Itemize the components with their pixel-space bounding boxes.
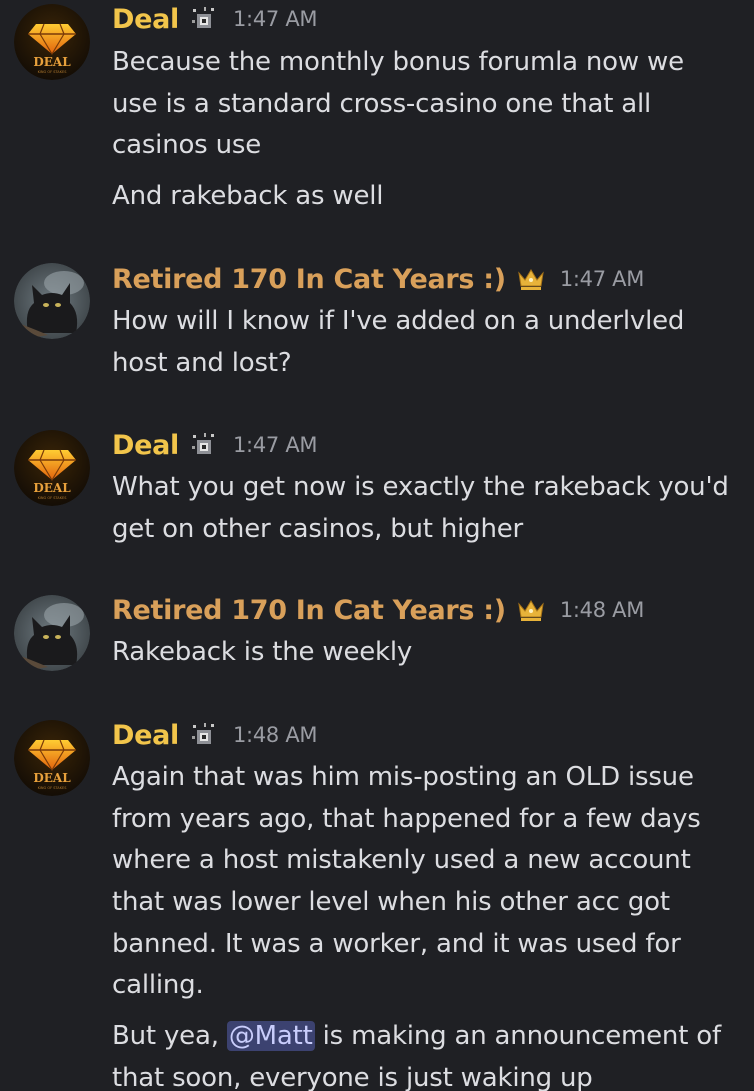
message-group: DEAL KING OF STAKES Deal 1:47 AM Because… — [0, 0, 754, 240]
avatar-logo-text: DEAL — [33, 55, 71, 69]
message-text-line: use is a standard cross-casino one that … — [112, 89, 652, 119]
message-text-line: get on other casinos, but higher — [112, 514, 524, 544]
svg-text:KING OF STAKES: KING OF STAKES — [38, 786, 68, 790]
timestamp[interactable]: 1:47 AM — [233, 433, 318, 457]
message-group: DEAL KING OF STAKES Deal 1:48 AM Again t… — [0, 716, 754, 1091]
message-group: Retired 170 In Cat Years :) 1:48 AM Rake… — [0, 590, 754, 680]
message-text-line: Because the monthly bonus forumla now we — [112, 47, 684, 77]
message-group: DEAL KING OF STAKES Deal 1:47 AM What yo… — [0, 426, 754, 556]
message-text-line: banned. It was a worker, and it was used… — [112, 929, 681, 959]
svg-text:KING OF STAKES: KING OF STAKES — [38, 496, 68, 500]
followup-text-before: But yea, — [112, 1021, 227, 1051]
timestamp[interactable]: 1:48 AM — [560, 598, 645, 622]
role-badge-icon[interactable] — [189, 722, 219, 748]
message-text-line: Again that was him mis-posting an OLD is… — [112, 762, 694, 792]
followup-message-text: But yea, @Matt is making an announcement… — [112, 1016, 721, 1058]
message-text-line: where a host mistakenly used a new accou… — [112, 845, 691, 875]
message-group: Retired 170 In Cat Years :) 1:47 AM How … — [0, 258, 754, 388]
message-header: Retired 170 In Cat Years :) 1:47 AM — [112, 261, 644, 297]
role-badge-icon[interactable] — [189, 6, 219, 32]
followup-message-text: that soon, everyone is just waking up — [112, 1063, 593, 1091]
timestamp[interactable]: 1:47 AM — [233, 7, 318, 31]
svg-text:KING OF STAKES: KING OF STAKES — [38, 70, 68, 74]
role-badge-icon[interactable] — [189, 432, 219, 458]
message-header: Deal 1:48 AM — [112, 717, 318, 753]
username[interactable]: Retired 170 In Cat Years :) — [112, 264, 506, 295]
crown-icon[interactable] — [516, 597, 546, 623]
followup-message-text: And rakeback as well — [112, 181, 384, 211]
svg-text:DEAL: DEAL — [33, 481, 71, 495]
followup-text-after: is making an announcement of — [314, 1021, 721, 1051]
crown-icon[interactable] — [516, 266, 546, 292]
message-text-line: from years ago, that happened for a few … — [112, 804, 701, 834]
message-text-line: host and lost? — [112, 348, 292, 378]
username[interactable]: Deal — [112, 720, 179, 751]
username[interactable]: Deal — [112, 430, 179, 461]
username[interactable]: Retired 170 In Cat Years :) — [112, 595, 506, 626]
user-mention[interactable]: @Matt — [226, 1021, 315, 1051]
message-text-line: Rakeback is the weekly — [112, 637, 413, 667]
message-header: Retired 170 In Cat Years :) 1:48 AM — [112, 592, 644, 628]
deal-avatar[interactable]: DEAL KING OF STAKES — [14, 430, 90, 506]
message-text-line: How will I know if I've added on a under… — [112, 306, 685, 336]
timestamp[interactable]: 1:48 AM — [233, 723, 318, 747]
timestamp[interactable]: 1:47 AM — [560, 267, 645, 291]
username[interactable]: Deal — [112, 4, 179, 35]
message-text-line: What you get now is exactly the rakeback… — [112, 472, 729, 502]
message-text-line: casinos use — [112, 130, 262, 160]
deal-avatar[interactable]: DEAL KING OF STAKES — [14, 720, 90, 796]
message-header: Deal 1:47 AM — [112, 1, 318, 37]
deal-avatar[interactable]: DEAL KING OF STAKES — [14, 4, 90, 80]
cat-avatar[interactable] — [14, 595, 90, 671]
svg-text:DEAL: DEAL — [33, 771, 71, 785]
message-header: Deal 1:47 AM — [112, 427, 318, 463]
message-text-line: that was lower level when his other acc … — [112, 887, 670, 917]
cat-avatar[interactable] — [14, 263, 90, 339]
message-text-line: calling. — [112, 970, 204, 1000]
